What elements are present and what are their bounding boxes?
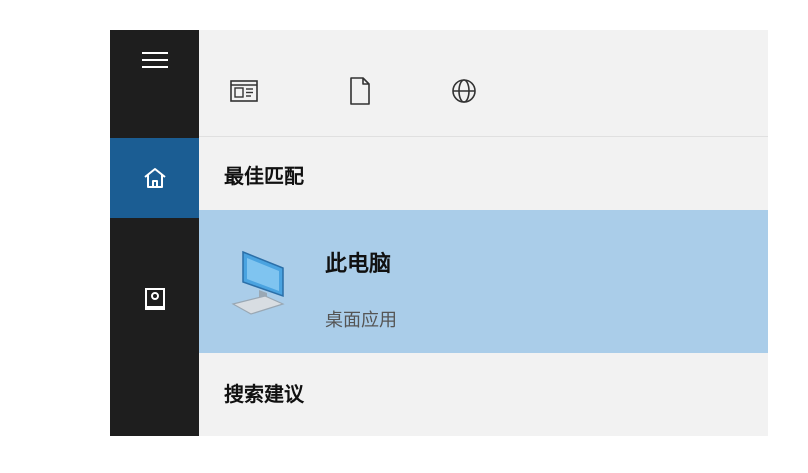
menu-button[interactable] [110, 30, 199, 90]
this-pc-result[interactable]: 此电脑 桌面应用 [199, 210, 768, 353]
search-window: 最佳匹配 此电脑 桌面应用 搜索建议 [110, 30, 768, 436]
web-filter-button[interactable] [449, 77, 479, 105]
apps-filter-icon [230, 80, 258, 102]
result-title: 此电脑 [325, 252, 392, 277]
left-rail [110, 30, 199, 436]
search-suggestions-header: 搜索建议 [224, 382, 304, 406]
globe-filter-icon [452, 79, 476, 103]
best-match-header: 最佳匹配 [224, 164, 304, 188]
filter-toolbar [199, 30, 768, 137]
this-pc-monitor-icon [231, 250, 285, 315]
home-button[interactable] [110, 138, 199, 218]
apps-filter-button[interactable] [229, 77, 259, 105]
result-subtitle: 桌面应用 [325, 310, 397, 331]
search-results-pane: 最佳匹配 此电脑 桌面应用 搜索建议 [199, 30, 768, 436]
home-icon [143, 168, 166, 188]
hamburger-menu-icon [141, 52, 168, 68]
document-filter-icon [350, 77, 370, 105]
documents-filter-button[interactable] [345, 77, 375, 105]
notebook-icon [144, 288, 165, 310]
notebook-button[interactable] [110, 265, 199, 335]
